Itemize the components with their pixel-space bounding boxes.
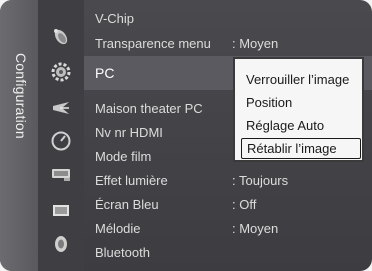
menu-item-label: Mode film [95, 148, 152, 164]
clock-icon[interactable] [50, 130, 72, 152]
satellite-dish-icon[interactable] [50, 26, 72, 48]
menu-item-value: : Toujours [232, 172, 289, 188]
menu-item-label: V-Chip [95, 10, 135, 26]
menu-item-label: Transparence menu [95, 35, 211, 51]
speaker-icon[interactable] [50, 233, 72, 255]
menu-item-label: Bluetooth [95, 244, 150, 260]
category-label: Configuration [13, 53, 29, 139]
menu-item-label: Nv nr HDMI [95, 124, 163, 140]
menu-item-value: : Off [232, 196, 257, 212]
menu-item-label: Mélodie [95, 220, 141, 236]
menu-item-melodie[interactable]: Mélodie : Moyen [84, 216, 372, 240]
screen-icon[interactable] [50, 200, 72, 222]
menu-item-label: PC [95, 65, 115, 81]
submenu-item-reglage-auto[interactable]: Réglage Auto [241, 115, 361, 136]
menu-item-ecran-bleu[interactable]: Écran Bleu : Off [84, 192, 372, 216]
menu-item-value: : Moyen [232, 220, 279, 236]
antenna-icon[interactable] [50, 97, 72, 119]
submenu-item-verrouiller-image[interactable]: Verrouiller l’image [241, 69, 361, 90]
submenu-item-retablir-image[interactable]: Rétablir l’image [241, 138, 361, 159]
settings-panel: Configuration V-Chip Transparence menu:… [0, 0, 372, 271]
gear-icon[interactable] [50, 61, 72, 83]
menu-item-effet-lumiere[interactable]: Effet lumière : Toujours [84, 168, 372, 192]
pc-submenu: Verrouiller l’image Position Réglage Aut… [233, 57, 364, 162]
menu-item-value: : Moyen [232, 35, 279, 51]
category-icon-column [38, 0, 84, 271]
menu-item-label: Maison theater PC [95, 100, 203, 116]
menu-item-v-chip[interactable]: V-Chip [84, 6, 372, 30]
tv-input-icon[interactable] [50, 163, 72, 185]
menu-item-label: Effet lumière [95, 172, 168, 188]
submenu-item-position[interactable]: Position [241, 92, 361, 113]
menu-item-bluetooth[interactable]: Bluetooth [84, 240, 372, 264]
menu-item-label: Écran Bleu [95, 196, 159, 212]
menu-item-transparence-menu[interactable]: Transparence menu : Moyen [84, 31, 372, 55]
category-tab[interactable]: Configuration [0, 0, 38, 271]
